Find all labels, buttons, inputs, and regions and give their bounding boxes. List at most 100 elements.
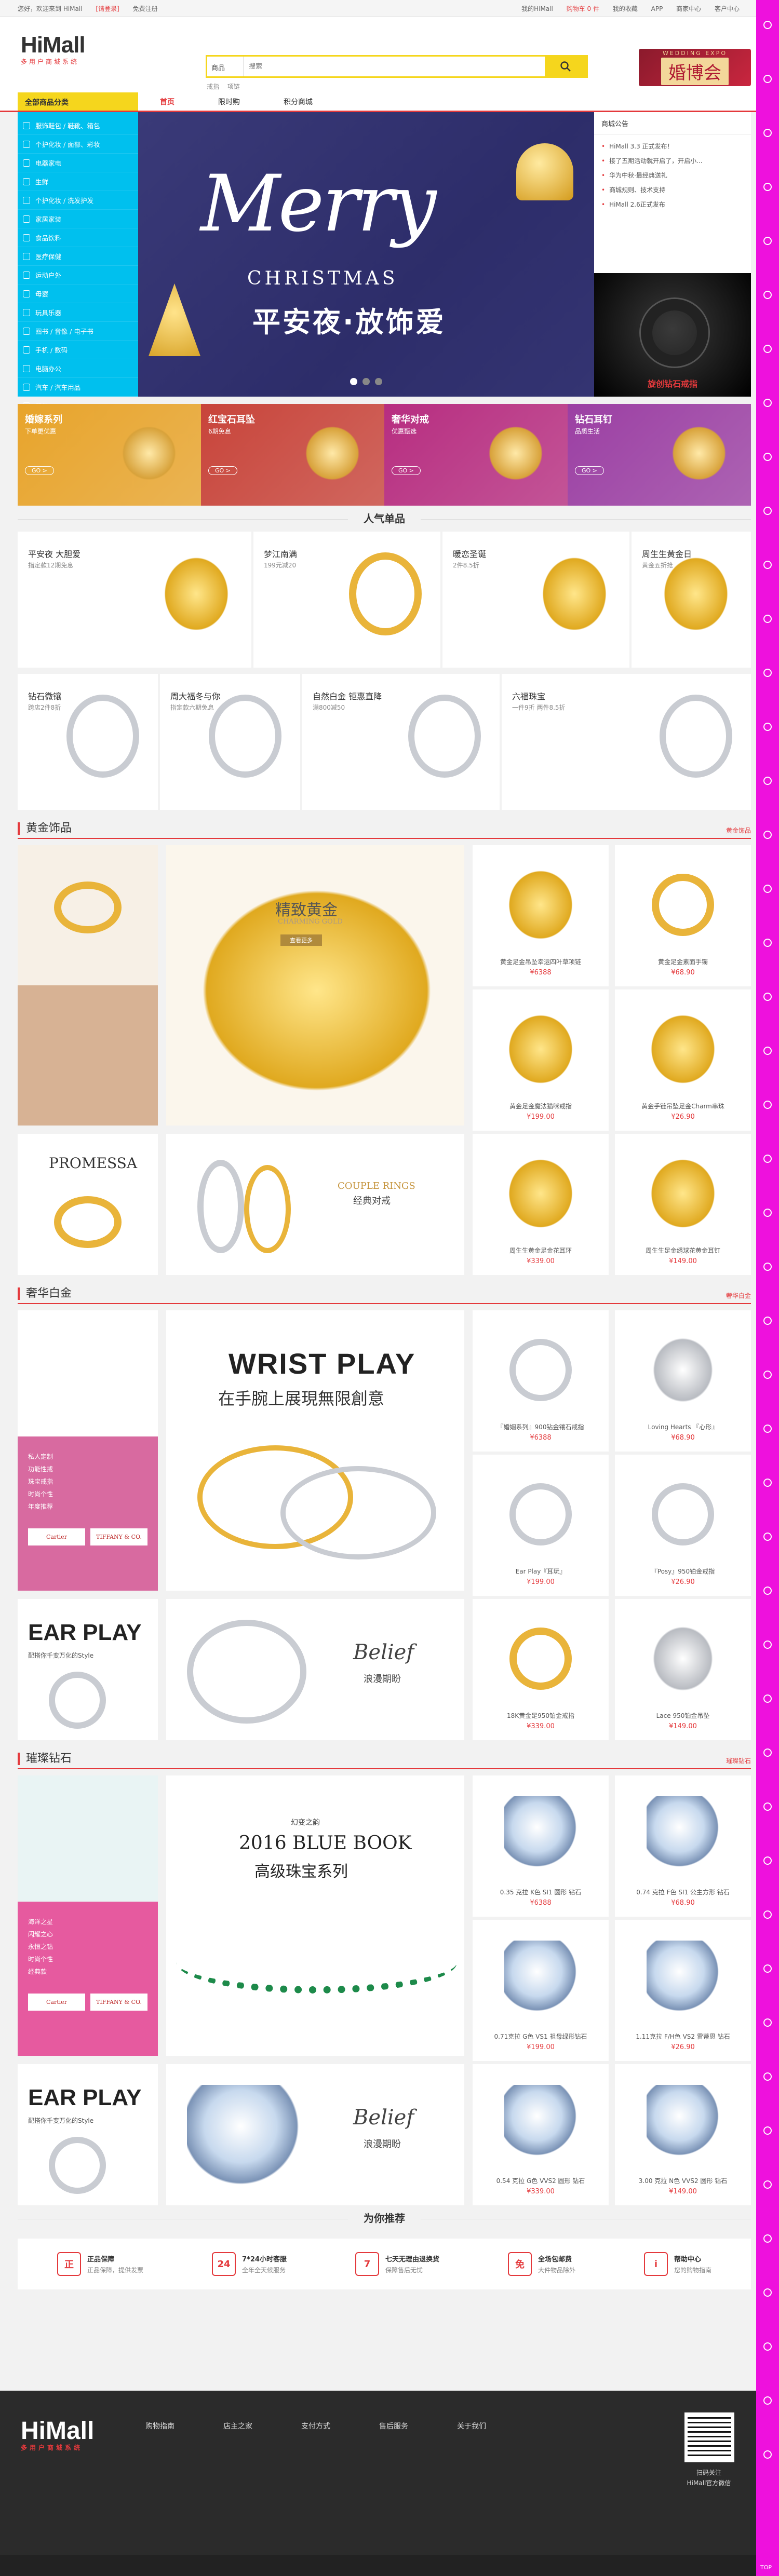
- help-icon[interactable]: [763, 2126, 772, 2135]
- side-category-item[interactable]: 珠宝戒指: [28, 1475, 53, 1488]
- history-icon[interactable]: [763, 1802, 772, 1811]
- gift-icon[interactable]: [763, 885, 772, 893]
- floor-feature[interactable]: WRIST PLAY 在手腕上展現無限創意: [166, 1310, 464, 1591]
- product-card[interactable]: Lace 950铂金吊坠 ¥149.00: [615, 1599, 751, 1740]
- floor-side-bottom[interactable]: EAR PLAY 配搭你千变万化的Style: [18, 1599, 158, 1740]
- side-category-item[interactable]: 功能性戒: [28, 1463, 53, 1475]
- side-category-item[interactable]: 永恒之钻: [28, 1941, 53, 1953]
- gift-icon[interactable]: [763, 345, 772, 353]
- my-center-link[interactable]: 我的HiMall: [521, 5, 553, 12]
- hot-word[interactable]: 戒指: [207, 83, 219, 90]
- gift-icon[interactable]: [763, 1425, 772, 1433]
- product-card[interactable]: 黄金足金魔法猫咪戒指 ¥199.00: [473, 989, 609, 1131]
- product-card[interactable]: 周生生足金绣球花黄金耳钉 ¥149.00: [615, 1134, 751, 1275]
- coupon-icon[interactable]: [763, 2018, 772, 2027]
- category-item[interactable]: 电器家电: [18, 154, 138, 172]
- product-card[interactable]: 18K黄金足950铂金戒指 ¥339.00: [473, 1599, 609, 1740]
- floor-more-link[interactable]: 黄金饰品: [726, 826, 751, 835]
- all-categories-button[interactable]: 全部商品分类: [18, 92, 138, 111]
- slide-dot[interactable]: [362, 378, 370, 385]
- hot-card[interactable]: 自然白金 钜惠直降 满800减50: [302, 674, 500, 810]
- hot-card[interactable]: 六福珠宝 一件9折 两件8.5折: [502, 674, 751, 810]
- service-item[interactable]: 24 7*24小时客服 全年全天候服务: [212, 2252, 287, 2276]
- slide-dot[interactable]: [350, 378, 357, 385]
- search-category-select[interactable]: 商品: [207, 57, 244, 76]
- service-item[interactable]: 免全场包邮费 大件物品除外: [507, 2252, 575, 2276]
- notice-item[interactable]: 商城规则、技术支持: [601, 183, 744, 197]
- side-category-item[interactable]: 海洋之星: [28, 1916, 53, 1928]
- floor-side-bottom[interactable]: PROMESSA: [18, 1134, 158, 1275]
- category-item[interactable]: 运动户外: [18, 266, 138, 284]
- cart-icon[interactable]: [763, 1694, 772, 1703]
- promo-card-go[interactable]: GO >: [392, 466, 421, 475]
- slide-dot[interactable]: [375, 378, 382, 385]
- category-item[interactable]: 玩具乐器: [18, 303, 138, 322]
- cart-link[interactable]: 购物车 0 件: [567, 5, 599, 12]
- service-item[interactable]: i 帮助中心 您的购物指南: [643, 2252, 711, 2276]
- feature-button[interactable]: 查看更多: [280, 934, 322, 946]
- promo-card[interactable]: 奢华对戒 优惠甄选 GO >: [384, 404, 568, 506]
- category-item[interactable]: 母婴: [18, 284, 138, 303]
- user-icon[interactable]: [763, 1101, 772, 1109]
- wedding-expo-banner[interactable]: WEDDING EXPO 婚博会: [639, 49, 751, 86]
- site-logo[interactable]: HiMall 多用户商城系统: [21, 32, 99, 66]
- qr-icon[interactable]: [763, 1371, 772, 1379]
- hot-card[interactable]: 梦江南满 199元减20: [253, 532, 440, 668]
- qr-icon[interactable]: [763, 291, 772, 299]
- product-card[interactable]: Loving Hearts 『心形』 ¥68.90: [615, 1310, 751, 1452]
- back-to-top[interactable]: TOP: [760, 2564, 772, 2571]
- promo-card[interactable]: 钻石耳钉 品质生活 GO >: [568, 404, 751, 506]
- promo-card-go[interactable]: GO >: [25, 466, 54, 475]
- qr-icon[interactable]: [763, 2450, 772, 2459]
- side-category-item[interactable]: 闪耀之心: [28, 1928, 53, 1941]
- floor-feature-bottom[interactable]: Belief 浪漫期盼: [166, 1599, 464, 1740]
- history-icon[interactable]: [763, 723, 772, 731]
- category-item[interactable]: 医疗保健: [18, 247, 138, 266]
- category-item[interactable]: 图书 / 音像 / 电子书: [18, 322, 138, 341]
- nav-item-home[interactable]: 首页: [138, 97, 196, 107]
- product-card[interactable]: 『Posy』950铂金戒指 ¥26.90: [615, 1455, 751, 1596]
- hot-word[interactable]: 项链: [227, 83, 240, 90]
- floor-side-top[interactable]: [18, 845, 158, 1126]
- category-item[interactable]: 汽车 / 汽车用品: [18, 378, 138, 397]
- heart-icon[interactable]: [763, 453, 772, 461]
- promo-card-go[interactable]: GO >: [575, 466, 604, 475]
- star-icon[interactable]: [763, 129, 772, 137]
- cart-icon[interactable]: [763, 75, 772, 83]
- user-icon[interactable]: [763, 21, 772, 29]
- notice-item[interactable]: HiMall 2.6正式发布: [601, 197, 744, 212]
- help-icon[interactable]: [763, 507, 772, 515]
- star-icon[interactable]: [763, 1748, 772, 1757]
- help-icon[interactable]: [763, 1587, 772, 1595]
- product-card[interactable]: 0.35 克拉 K色 SI1 圆形 钻石 ¥6388: [473, 1775, 609, 1917]
- product-card[interactable]: 『婚姻系列』900钻金镶石戒指 ¥6388: [473, 1310, 609, 1452]
- product-card[interactable]: 黄金足金吊坠幸运四叶草项链 ¥6388: [473, 845, 609, 986]
- side-category-item[interactable]: 时尚个性: [28, 1953, 53, 1965]
- product-card[interactable]: 1.11克拉 F/H色 VS2 雷蒂恩 钻石 ¥26.90: [615, 1920, 751, 2061]
- history-icon[interactable]: [763, 2342, 772, 2351]
- notice-item[interactable]: 接了五期活动就开启了，开启小...: [601, 154, 744, 168]
- star-icon[interactable]: [763, 1209, 772, 1217]
- category-item[interactable]: 电脑办公: [18, 359, 138, 378]
- side-category-item[interactable]: 时尚个性: [28, 1488, 53, 1500]
- customer-center-link[interactable]: 客户中心: [715, 5, 740, 12]
- promo-card-go[interactable]: GO >: [208, 466, 237, 475]
- floor-side-top[interactable]: 私人定制 功能性戒 珠宝戒指 时尚个性 年度推荐 Cartier TIFFANY & CO.: [18, 1310, 158, 1591]
- product-card[interactable]: 0.71克拉 G色 VS1 祖母绿形钻石 ¥199.00: [473, 1920, 609, 2061]
- brand-logo[interactable]: Cartier: [28, 1994, 85, 2011]
- cart-icon[interactable]: [763, 1155, 772, 1163]
- product-card[interactable]: 黄金手链吊坠足金Charm串珠 ¥26.90: [615, 989, 751, 1131]
- notice-item[interactable]: HiMall 3.3 正式发布！: [601, 139, 744, 154]
- footer-link[interactable]: 关于我们: [457, 2421, 535, 2431]
- promo-card[interactable]: 红宝石耳坠 6期免息 GO >: [201, 404, 384, 506]
- cart-icon[interactable]: [763, 2234, 772, 2243]
- seller-center-link[interactable]: 商家中心: [676, 5, 701, 12]
- heart-icon[interactable]: [763, 993, 772, 1001]
- hot-card[interactable]: 周生生黄金日黄金五折抢: [632, 532, 751, 668]
- hero-slide[interactable]: Merry CHRISTMAS 平安夜·放饰爱: [138, 112, 594, 397]
- brand-logo[interactable]: TIFFANY & CO.: [90, 1994, 147, 2011]
- footer-logo[interactable]: HiMall 多用户商城系统: [21, 2417, 94, 2452]
- heart-icon[interactable]: [763, 2072, 772, 2081]
- cart-icon[interactable]: [763, 615, 772, 623]
- chat-icon[interactable]: [763, 1317, 772, 1325]
